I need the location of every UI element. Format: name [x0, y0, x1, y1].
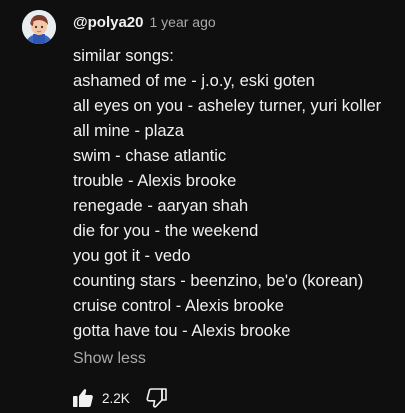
comment-line: gotta have tou - Alexis brooke	[73, 322, 291, 340]
comment-timestamp[interactable]: 1 year ago	[150, 14, 216, 30]
comment-line: similar songs:	[73, 47, 174, 65]
thumbs-down-icon	[146, 388, 167, 408]
comment-line: ashamed of me - j.o.y, eski goten	[73, 72, 315, 90]
comment-line: you got it - vedo	[73, 247, 191, 265]
comment-line: all mine - plaza	[73, 122, 184, 140]
comment-line: trouble - Alexis brooke	[73, 172, 237, 190]
like-count: 2.2K	[102, 390, 130, 406]
comment-line: renegade - aaryan shah	[73, 197, 249, 215]
comment-text: similar songs: ashamed of me - j.o.y, es…	[73, 44, 403, 344]
comment-line: swim - chase atlantic	[73, 147, 227, 165]
like-button[interactable]	[70, 385, 96, 411]
comment-actions: 2.2K	[70, 384, 170, 412]
thumbs-up-icon	[73, 389, 93, 407]
show-less-button[interactable]: Show less	[73, 348, 146, 370]
avatar-image	[22, 10, 56, 44]
comment-line: all eyes on you - asheley turner, yuri k…	[73, 97, 382, 115]
dislike-button[interactable]	[144, 385, 170, 411]
comment-author[interactable]: @polya20	[73, 14, 144, 31]
comment-line: die for you - the weekend	[73, 222, 259, 240]
comment-line: cruise control - Alexis brooke	[73, 297, 284, 315]
comment-header: @polya20 1 year ago	[73, 14, 216, 34]
avatar[interactable]	[22, 10, 56, 44]
comment-line: counting stars - beenzino, be'o (korean)	[73, 272, 364, 290]
